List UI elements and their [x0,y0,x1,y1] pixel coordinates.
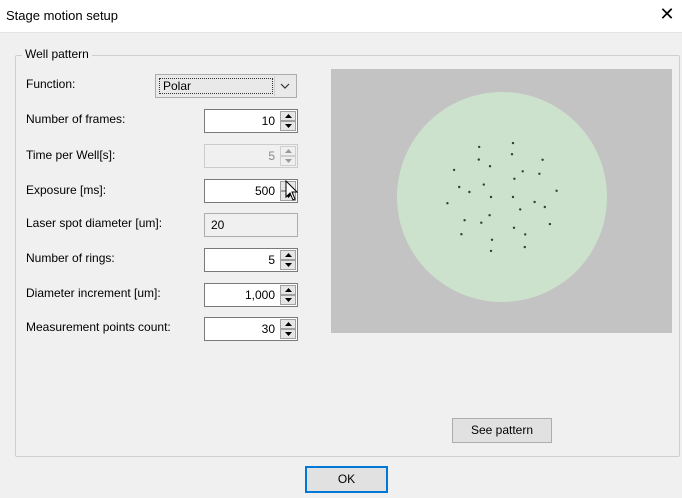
measurement-point [452,168,456,172]
frames-label: Number of frames: [26,112,126,126]
function-value: Polar [159,78,273,94]
well-circle [397,92,607,302]
measurement-point [543,205,546,209]
time-decrement-button [280,156,296,166]
measurement-point [524,233,527,236]
time-increment-button [280,146,296,156]
measurement-point [512,226,516,229]
diameter-increment-down-button[interactable] [280,295,296,305]
close-icon[interactable]: ✕ [658,4,676,24]
measurement-point [477,158,480,161]
pattern-preview [331,69,672,333]
title-bar: Stage motion setup ✕ [0,0,682,33]
measurement-point [510,153,514,156]
measurement-point [490,238,494,241]
measurement-point [533,200,536,204]
rings-increment-button[interactable] [280,250,296,260]
points-count-value: 30 [261,322,275,336]
time-per-well-label: Time per Well[s]: [26,148,116,162]
rings-decrement-button[interactable] [280,260,296,270]
time-per-well-value: 5 [268,149,275,163]
measurement-point [446,202,449,205]
time-per-well-stepper: 5 [204,144,298,168]
rings-label: Number of rings: [26,251,115,265]
measurement-point [460,233,463,236]
frames-stepper[interactable]: 10 [204,109,298,133]
exposure-value: 500 [254,184,275,198]
frames-decrement-button[interactable] [280,121,296,131]
points-count-increment-button[interactable] [280,319,296,329]
measurement-point [488,214,491,217]
function-dropdown[interactable]: Polar [155,74,297,98]
frames-increment-button[interactable] [280,111,296,121]
group-title: Well pattern [22,47,92,61]
mouse-cursor-icon [285,180,299,201]
measurement-point [489,195,493,199]
measurement-point [458,185,461,189]
measurement-point [555,189,558,192]
diameter-increment-stepper[interactable]: 1,000 [204,283,298,307]
points-count-stepper[interactable]: 30 [204,317,298,341]
frames-value: 10 [261,114,275,128]
diameter-increment-value: 1,000 [244,288,275,302]
laser-spot-label: Laser spot diameter [um]: [26,216,163,230]
exposure-stepper[interactable]: 500 [204,179,298,203]
laser-spot-value: 20 [211,218,225,232]
measurement-point [541,158,544,161]
chevron-down-icon[interactable] [274,76,295,96]
points-count-label: Measurement points count: [26,320,171,334]
rings-stepper[interactable]: 5 [204,248,298,272]
measurement-point [482,183,485,186]
measurement-point [478,145,481,149]
measurement-point [511,195,515,199]
measurement-point [513,177,516,180]
window-title: Stage motion setup [6,8,119,23]
rings-value: 5 [268,253,275,267]
see-pattern-button[interactable]: See pattern [452,418,552,443]
measurement-point [521,170,524,173]
measurement-point [480,221,483,224]
ok-button[interactable]: OK [305,466,388,493]
measurement-point [468,190,471,194]
laser-spot-field: 20 [204,213,298,237]
measurement-point [548,222,552,226]
diameter-increment-label: Diameter increment [um]: [26,286,161,300]
measurement-point [489,249,493,253]
function-label: Function: [26,77,76,91]
diameter-increment-up-button[interactable] [280,285,296,295]
points-count-decrement-button[interactable] [280,329,296,339]
measurement-point [519,208,522,211]
pattern-preview-canvas [397,92,607,302]
measurement-point [488,165,492,168]
measurement-point [523,245,526,249]
exposure-label: Exposure [ms]: [26,183,107,197]
measurement-point [463,219,466,222]
measurement-point [538,172,541,175]
measurement-point [511,141,515,145]
